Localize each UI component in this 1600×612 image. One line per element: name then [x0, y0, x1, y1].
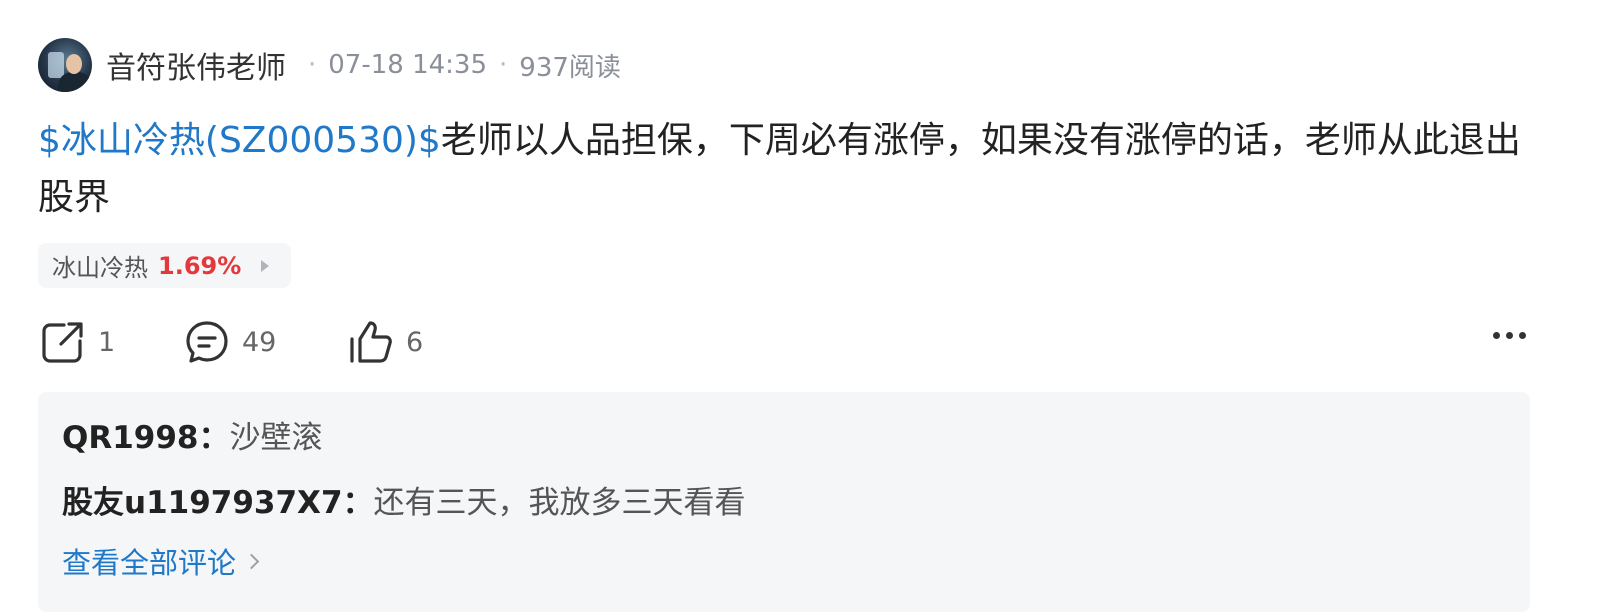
play-arrow-icon — [261, 259, 270, 272]
comment-item[interactable]: QR1998：沙壁滚 — [62, 412, 323, 457]
separator-dot: · — [308, 50, 317, 80]
avatar-figure — [48, 52, 64, 78]
like-icon — [350, 321, 392, 363]
avatar[interactable] — [38, 38, 92, 92]
comment-item[interactable]: 股友u1197937X7：还有三天，我放多三天看看 — [62, 477, 746, 522]
action-bar: 1 49 6 — [40, 318, 1530, 366]
more-dot — [1493, 332, 1500, 339]
post-meta: · 07-18 14:35 · 937阅读 — [296, 47, 621, 84]
comment-text: 还有三天，我放多三天看看 — [373, 485, 746, 521]
stock-tag-link[interactable]: $冰山冷热(SZ000530)$ — [38, 120, 441, 161]
more-dot — [1519, 332, 1526, 339]
read-count: 937阅读 — [519, 52, 621, 83]
author-name[interactable]: 音符张伟老师 — [106, 43, 286, 87]
avatar-suit — [58, 72, 92, 92]
comment-count: 49 — [242, 326, 277, 358]
post-date: 07-18 14:35 — [328, 50, 488, 80]
share-count: 1 — [98, 326, 116, 358]
stock-chip-name: 冰山冷热 — [52, 254, 148, 282]
comment-text: 沙壁滚 — [229, 420, 323, 456]
view-all-comments-link[interactable]: 查看全部评论 — [62, 540, 260, 582]
stock-chip[interactable]: 冰山冷热 1.69% — [38, 243, 292, 288]
view-all-label: 查看全部评论 — [62, 546, 237, 580]
stock-chip-change: 1.69% — [158, 251, 242, 280]
like-button[interactable]: 6 — [348, 318, 423, 366]
comment-icon — [186, 321, 228, 363]
comments-panel: QR1998：沙壁滚 股友u1197937X7：还有三天，我放多三天看看 查看全… — [38, 392, 1530, 612]
share-button[interactable]: 1 — [40, 318, 115, 366]
separator-dot: · — [499, 50, 508, 80]
comment-user[interactable]: 股友u1197937X7： — [62, 485, 374, 521]
more-dot — [1506, 332, 1513, 339]
chevron-right-icon — [243, 553, 260, 569]
comment-user[interactable]: QR1998： — [62, 420, 230, 456]
avatar-face — [66, 54, 82, 74]
share-icon — [42, 322, 83, 363]
post-header: 音符张伟老师 · 07-18 14:35 · 937阅读 — [38, 38, 621, 92]
post-content: $冰山冷热(SZ000530)$老师以人品担保，下周必有涨停，如果没有涨停的话，… — [38, 112, 1528, 226]
comment-button[interactable]: 49 — [184, 318, 276, 366]
like-count: 6 — [406, 326, 424, 358]
more-icon[interactable] — [1493, 332, 1526, 339]
